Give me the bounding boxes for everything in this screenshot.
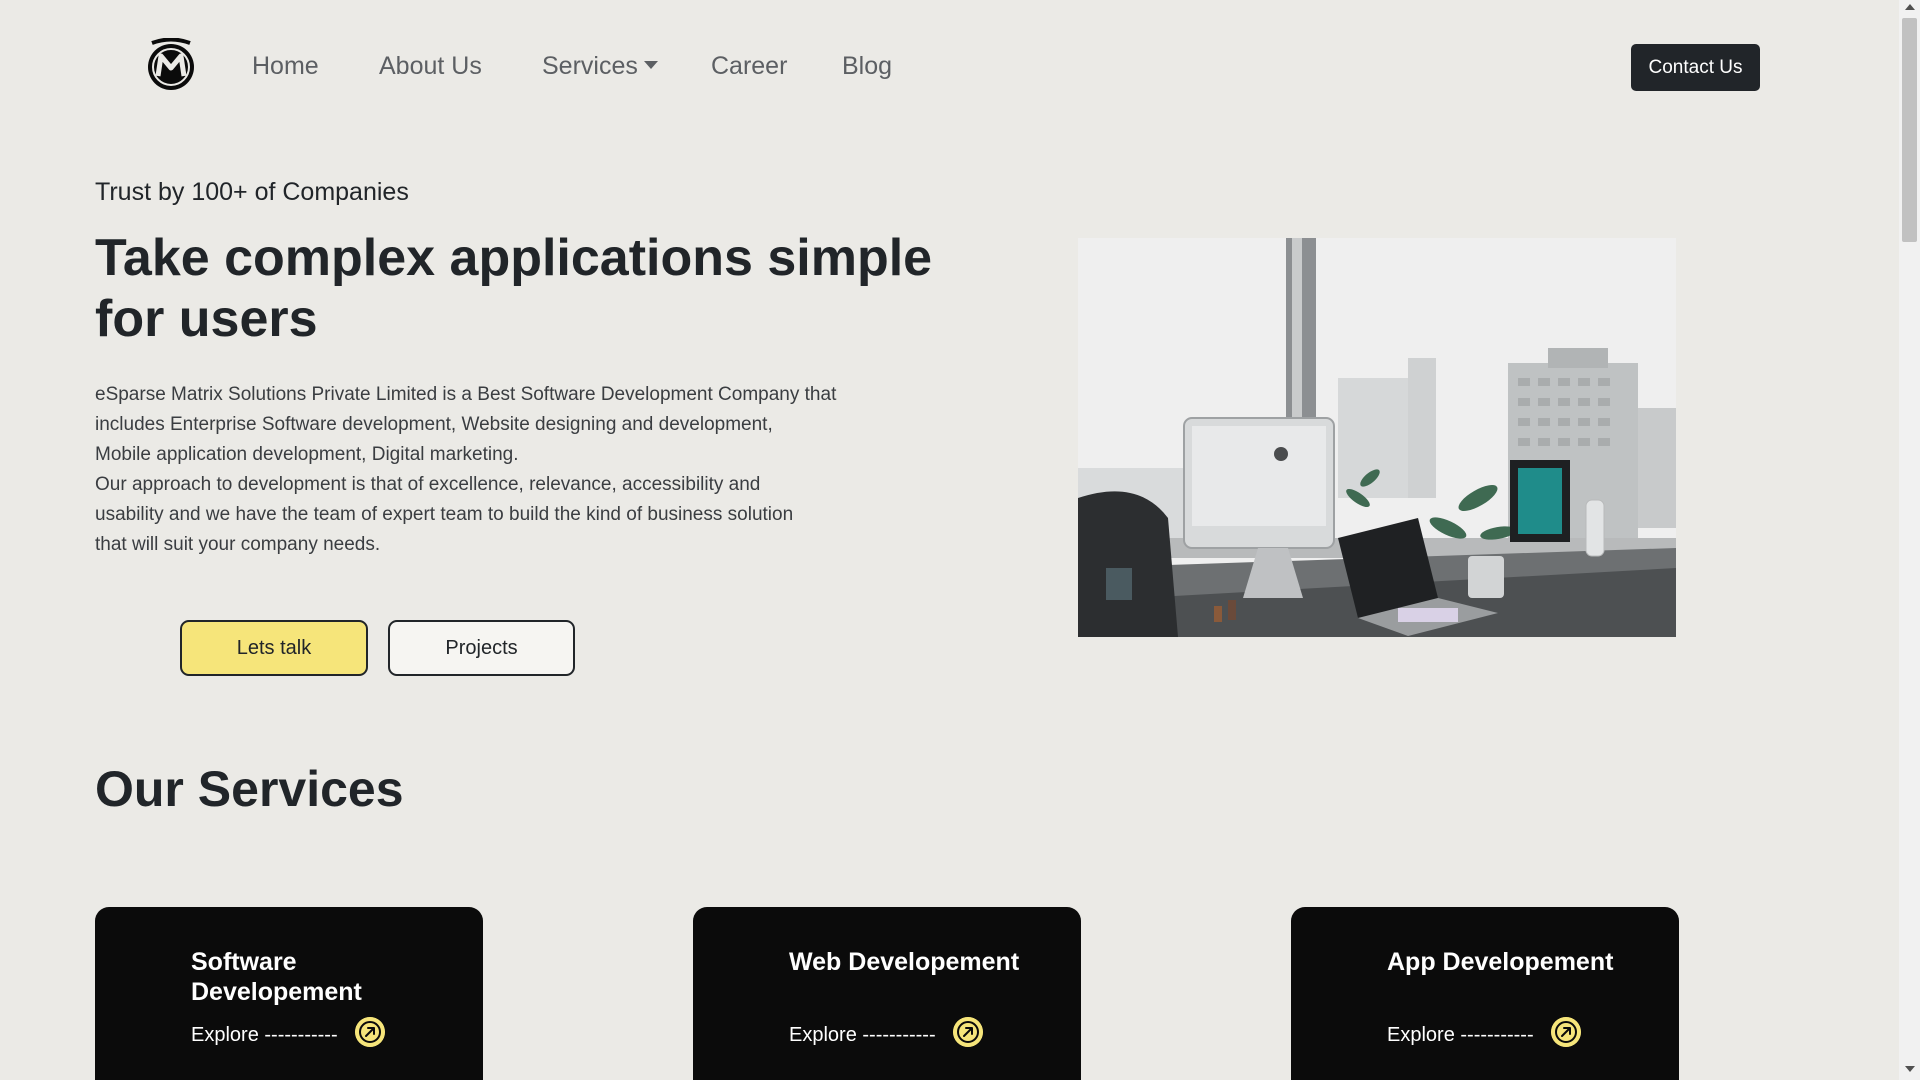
service-card-software[interactable]: Software Developement Explore ----------… bbox=[95, 907, 483, 1080]
hero-description-line: Mobile application development, Digital … bbox=[95, 444, 519, 465]
nav-blog[interactable]: Blog bbox=[842, 52, 892, 81]
hero-description-line: usability and we have the team of expert… bbox=[95, 504, 794, 525]
arrow-up-right-icon[interactable] bbox=[355, 1017, 385, 1047]
arrow-up-right-icon[interactable] bbox=[953, 1017, 983, 1047]
vertical-scrollbar[interactable] bbox=[1899, 0, 1920, 1080]
page: Home About Us Services Career Blog Conta… bbox=[0, 0, 1899, 1080]
projects-button[interactable]: Projects bbox=[388, 620, 575, 676]
contact-us-button[interactable]: Contact Us bbox=[1631, 44, 1760, 91]
lets-talk-button[interactable]: Lets talk bbox=[180, 620, 368, 676]
service-card-title: Software Developement bbox=[191, 948, 362, 1006]
navbar: Home About Us Services Career Blog Conta… bbox=[0, 0, 1899, 136]
hero-office-image bbox=[1078, 238, 1676, 637]
nav-career[interactable]: Career bbox=[711, 52, 787, 81]
hero-description-line: includes Enterprise Software development… bbox=[95, 414, 773, 435]
service-card-title: App Developement bbox=[1387, 948, 1614, 976]
company-logo[interactable] bbox=[146, 38, 196, 96]
nav-home[interactable]: Home bbox=[252, 52, 319, 81]
explore-link[interactable]: Explore ----------- bbox=[191, 1024, 338, 1047]
explore-link[interactable]: Explore ----------- bbox=[789, 1024, 936, 1047]
trust-tagline: Trust by 100+ of Companies bbox=[95, 178, 409, 206]
hero-description-line: Our approach to development is that of e… bbox=[95, 474, 761, 495]
chevron-down-icon bbox=[643, 61, 658, 69]
hero-description: eSparse Matrix Solutions Private Limited… bbox=[95, 380, 885, 560]
arrow-up-right-icon[interactable] bbox=[1551, 1017, 1581, 1047]
explore-link[interactable]: Explore ----------- bbox=[1387, 1024, 1534, 1047]
hero-title: Take complex applications simple for use… bbox=[95, 229, 933, 348]
service-card-app[interactable]: App Developement Explore ----------- bbox=[1291, 907, 1679, 1080]
scroll-up-arrow-icon[interactable] bbox=[1905, 4, 1915, 10]
scrollbar-thumb[interactable] bbox=[1902, 18, 1917, 242]
nav-services[interactable]: Services bbox=[542, 52, 658, 81]
hero-description-line: eSparse Matrix Solutions Private Limited… bbox=[95, 384, 837, 405]
scroll-down-arrow-icon[interactable] bbox=[1905, 1066, 1915, 1072]
service-card-title: Web Developement bbox=[789, 948, 1020, 976]
hero-description-line: that will suit your company needs. bbox=[95, 534, 381, 555]
services-title: Our Services bbox=[95, 761, 404, 817]
nav-about-us[interactable]: About Us bbox=[379, 52, 482, 81]
service-card-web[interactable]: Web Developement Explore ----------- bbox=[693, 907, 1081, 1080]
nav-services-label: Services bbox=[542, 52, 638, 80]
